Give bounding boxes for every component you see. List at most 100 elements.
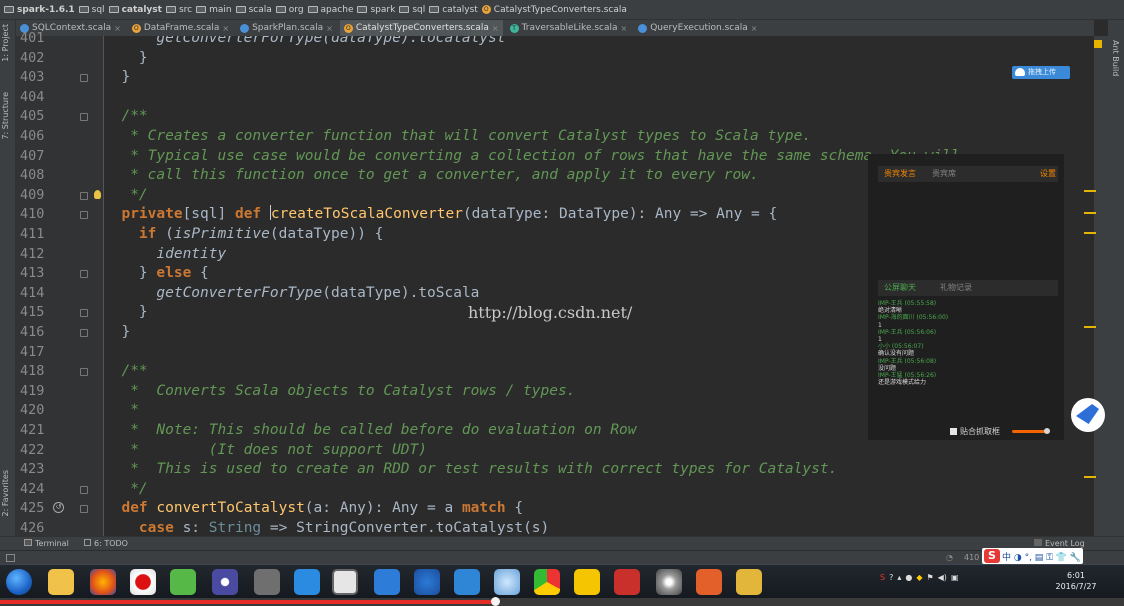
network-tray-icon[interactable]: ● xyxy=(905,573,912,582)
video-progress-knob[interactable] xyxy=(490,597,500,606)
breadcrumb-item[interactable]: sql xyxy=(78,5,105,15)
breadcrumb-item[interactable]: sql xyxy=(399,5,425,15)
tool-window-favorites[interactable]: 2: Favorites xyxy=(1,470,10,516)
tool-window-ant-build[interactable]: Ant Build xyxy=(1111,40,1120,76)
chat-message: 还是游戏模式给力 xyxy=(878,379,927,387)
sogou-tray-icon[interactable]: S xyxy=(880,573,885,582)
help-tray-icon[interactable]: ? xyxy=(889,573,893,582)
flag-tray-icon[interactable]: ⚑ xyxy=(926,573,933,582)
close-icon[interactable]: × xyxy=(621,24,628,33)
close-icon[interactable]: × xyxy=(326,24,333,33)
fold-marker-icon[interactable] xyxy=(80,329,88,337)
breadcrumb-item[interactable]: scala xyxy=(235,5,272,15)
breadcrumb-item[interactable]: catalyst xyxy=(108,5,162,15)
editor-tab[interactable]: QueryExecution.scala × xyxy=(634,20,761,36)
breadcrumb-item[interactable]: catalyst xyxy=(429,5,478,15)
code-token: */ xyxy=(104,186,148,203)
override-marker-icon[interactable]: ↺ xyxy=(53,502,64,513)
settings-icon[interactable] xyxy=(656,569,682,595)
chrome-icon[interactable] xyxy=(534,569,560,595)
close-icon[interactable]: × xyxy=(222,24,229,33)
tab-gift-records[interactable]: 礼物记录 xyxy=(940,280,972,296)
scroll-marker[interactable] xyxy=(1084,190,1096,192)
notification-arrow-icon[interactable]: ▴ xyxy=(897,573,901,582)
close-icon[interactable]: × xyxy=(751,24,758,33)
fold-marker-icon[interactable] xyxy=(80,211,88,220)
start-button-icon[interactable] xyxy=(6,569,32,595)
breadcrumb-item[interactable]: main xyxy=(196,5,232,15)
terminal-icon xyxy=(24,539,32,546)
input-method-bar[interactable]: S 中 ◑ °, ▤ ⚿ 👕 🔧 xyxy=(982,548,1084,564)
video-progress-bar[interactable] xyxy=(0,597,1124,606)
breadcrumb-item[interactable]: spark-1.6.1 xyxy=(4,5,75,15)
fold-marker-icon[interactable] xyxy=(80,309,88,318)
owl-app-icon[interactable] xyxy=(736,569,762,595)
bird-app-icon[interactable] xyxy=(494,569,520,595)
presentation-icon[interactable] xyxy=(696,569,722,595)
display-tray-icon[interactable]: ▣ xyxy=(951,573,959,582)
breadcrumb-item[interactable]: apache xyxy=(307,5,353,15)
breadcrumb-item[interactable]: org xyxy=(275,5,304,15)
chat-settings-link[interactable]: 设置 xyxy=(1040,166,1056,182)
notes-icon[interactable] xyxy=(374,569,400,595)
eclipse-icon[interactable] xyxy=(212,569,238,595)
file-explorer-icon[interactable] xyxy=(48,569,74,595)
scroll-marker[interactable] xyxy=(1084,326,1096,328)
breadcrumb-label: sql xyxy=(412,4,426,15)
drag-upload-button[interactable]: 拖拽上传 xyxy=(1012,66,1070,79)
breadcrumb-item[interactable]: O CatalystTypeConverters.scala xyxy=(481,5,627,15)
fold-marker-icon[interactable] xyxy=(80,113,88,122)
breadcrumb-item[interactable]: spark xyxy=(357,5,395,15)
close-icon[interactable]: × xyxy=(114,24,121,33)
fold-marker-icon[interactable] xyxy=(80,191,88,200)
editor-tab[interactable]: SparkPlan.scala × xyxy=(236,20,337,36)
qq-icon[interactable] xyxy=(574,569,600,595)
breadcrumb-item[interactable]: src xyxy=(165,5,192,15)
chat-username: IMP-王兵 (05:55:58) xyxy=(878,300,937,307)
tool-window-event-log[interactable]: Event Log xyxy=(1034,539,1085,548)
scroll-marker[interactable] xyxy=(1084,232,1096,234)
left-tool-strip: 1: Project 7: Structure 2: Favorites xyxy=(0,20,16,536)
tool-window-todo[interactable]: 6: TODO xyxy=(84,539,128,548)
toggle-tool-windows-icon[interactable] xyxy=(6,554,15,562)
tool-window-structure[interactable]: 7: Structure xyxy=(1,92,10,140)
wechat-icon[interactable] xyxy=(170,569,196,595)
tool-window-terminal[interactable]: Terminal xyxy=(24,539,69,548)
k-app-icon[interactable] xyxy=(414,569,440,595)
zhihu-icon[interactable] xyxy=(294,569,320,595)
photo-app-icon[interactable] xyxy=(254,569,280,595)
editor-tab[interactable]: O DataFrame.scala × xyxy=(128,20,233,36)
right-scroll-marker-strip[interactable] xyxy=(1084,36,1108,536)
fold-marker-icon[interactable] xyxy=(80,74,88,83)
tab-vip-speech[interactable]: 贵宾发言 xyxy=(884,166,916,182)
caret-position[interactable]: 410 xyxy=(964,553,979,562)
system-tray[interactable]: S ? ▴ ● ◆ ⚑ ◀) ▣ xyxy=(880,573,959,582)
fold-marker-icon[interactable] xyxy=(80,505,88,514)
firefox-icon[interactable] xyxy=(90,569,116,595)
editor-tab[interactable]: O CatalystTypeConverters.scala × xyxy=(339,20,503,36)
intellij-icon[interactable] xyxy=(332,569,358,595)
fit-capture-checkbox[interactable] xyxy=(950,428,957,435)
line-number: 415 xyxy=(20,304,45,321)
cloud-sync-icon[interactable] xyxy=(454,569,480,595)
opacity-slider[interactable] xyxy=(1012,428,1050,434)
tab-public-chat[interactable]: 公屏聊天 xyxy=(884,280,916,296)
editor-tab[interactable]: T TraversableLike.scala × xyxy=(506,20,632,36)
intention-bulb-icon[interactable] xyxy=(94,190,101,199)
tool-window-project[interactable]: 1: Project xyxy=(1,24,10,62)
record-icon[interactable] xyxy=(130,569,156,595)
fold-marker-icon[interactable] xyxy=(80,368,88,377)
tab-vip-seats[interactable]: 贵宾席 xyxy=(932,166,956,182)
system-clock[interactable]: 6:01 2016/7/27 xyxy=(1052,570,1100,592)
close-icon[interactable]: × xyxy=(492,24,499,33)
volume-tray-icon[interactable]: ◀) xyxy=(938,573,947,582)
floating-bird-icon[interactable] xyxy=(1071,398,1105,432)
scroll-marker[interactable] xyxy=(1084,212,1096,214)
video-app-icon[interactable] xyxy=(614,569,640,595)
fold-marker-icon[interactable] xyxy=(80,485,88,494)
security-tray-icon[interactable]: ◆ xyxy=(916,573,922,582)
fold-marker-icon[interactable] xyxy=(80,270,88,279)
scroll-marker[interactable] xyxy=(1084,476,1096,478)
slider-handle[interactable] xyxy=(1044,428,1050,434)
code-token: convertToCatalyst xyxy=(156,500,305,517)
